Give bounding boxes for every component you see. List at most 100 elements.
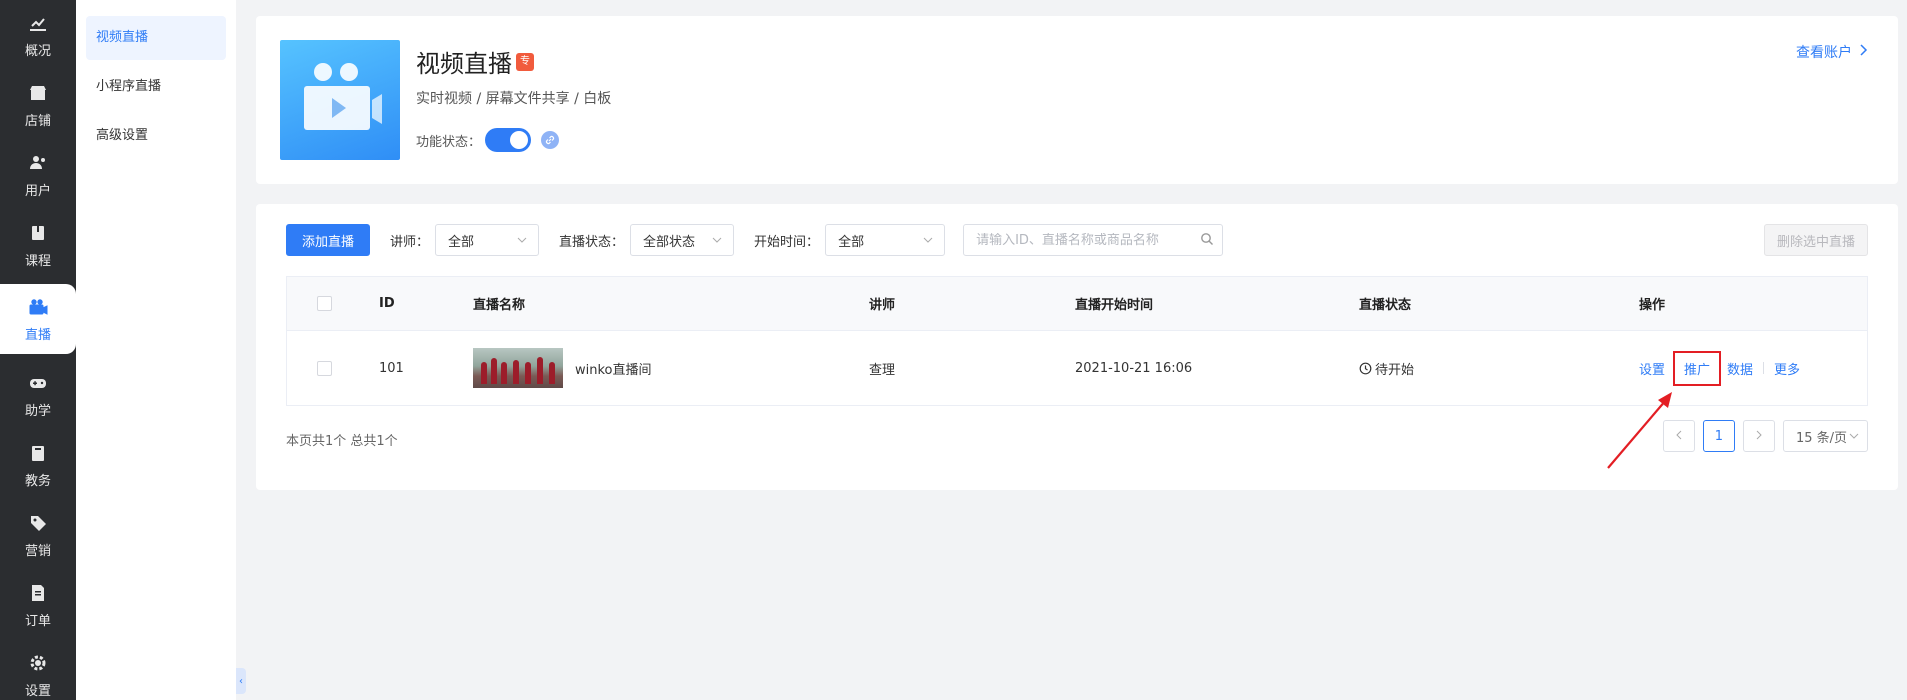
clock-icon <box>1359 362 1372 375</box>
filter-toolbar: 添加直播 讲师： 全部 直播状态： 全部状态 开始时间： 全部 请输入ID、直播… <box>286 224 1868 256</box>
search-icon[interactable] <box>1200 231 1214 250</box>
chevron-left-icon: ‹ <box>239 675 243 687</box>
gamepad-icon <box>27 372 49 394</box>
subnav-item-miniprogram-live[interactable]: 小程序直播 <box>86 65 226 109</box>
data-action-link[interactable]: 数据 <box>1727 359 1753 378</box>
video-camera-icon <box>304 63 382 130</box>
promote-action-link[interactable]: 推广 <box>1673 350 1722 386</box>
subnav-item-video-live[interactable]: 视频直播 <box>86 16 226 60</box>
sub-nav: 视频直播 小程序直播 高级设置 <box>76 0 236 700</box>
row-name-cell: winko直播间 <box>473 348 869 388</box>
nav-item-academic[interactable]: 教务 <box>0 430 76 500</box>
link-icon[interactable] <box>541 131 560 149</box>
book-icon <box>27 222 49 244</box>
row-actions: 设置 推广 数据 更多 <box>1639 350 1867 386</box>
gear-icon <box>27 652 49 674</box>
table-header: ID 直播名称 讲师 直播开始时间 直播状态 操作 <box>287 277 1867 331</box>
nav-item-live[interactable]: 直播 <box>0 284 76 354</box>
chevron-down-icon <box>516 234 528 246</box>
pro-badge: 专 <box>516 52 534 71</box>
main-content: 视频直播 专 实时视频 / 屏幕文件共享 / 白板 功能状态： 查看账户 添加直… <box>256 16 1898 490</box>
nav-label: 概况 <box>24 43 51 59</box>
teacher-filter-label: 讲师： <box>390 234 430 250</box>
nav-item-marketing[interactable]: 营销 <box>0 500 76 570</box>
prev-page-button[interactable] <box>1662 420 1695 452</box>
row-checkbox[interactable] <box>317 360 332 376</box>
page-title: 视频直播 专 <box>416 44 534 79</box>
chevron-right-icon <box>1755 429 1763 444</box>
clipboard-icon <box>27 442 49 464</box>
time-select-value: 全部 <box>838 234 865 250</box>
nav-item-orders[interactable]: 订单 <box>0 570 76 640</box>
row-teacher: 查理 <box>869 362 896 378</box>
nav-item-settings[interactable]: 设置 <box>0 640 76 700</box>
store-icon <box>27 82 49 104</box>
table-row: 101 winko直播间 查理 2021-10-21 16:06 待开始 设置 … <box>287 331 1867 405</box>
pagination: 1 15 条/页 <box>1655 420 1868 452</box>
nav-item-store[interactable]: 店铺 <box>0 70 76 140</box>
live-thumbnail <box>473 348 563 388</box>
column-header-start-time: 直播开始时间 <box>1075 298 1154 313</box>
status-select[interactable]: 全部状态 <box>630 224 735 256</box>
nav-label: 助学 <box>24 403 51 419</box>
feature-status-row: 功能状态： <box>416 128 560 152</box>
teacher-select-value: 全部 <box>448 234 475 250</box>
live-camera-icon <box>27 296 49 318</box>
more-action-link[interactable]: 更多 <box>1774 359 1800 378</box>
nav-label: 店铺 <box>24 113 51 129</box>
row-live-name: winko直播间 <box>575 362 652 378</box>
nav-label: 设置 <box>24 683 51 699</box>
feature-header-card: 视频直播 专 实时视频 / 屏幕文件共享 / 白板 功能状态： 查看账户 <box>256 16 1898 184</box>
view-account-link[interactable]: 查看账户 <box>1796 42 1868 62</box>
delete-selected-button[interactable]: 删除选中直播 <box>1763 224 1868 256</box>
nav-label: 订单 <box>24 613 51 629</box>
nav-item-users[interactable]: 用户 <box>0 140 76 210</box>
select-all-checkbox[interactable] <box>317 296 332 311</box>
feature-status-label: 功能状态： <box>416 134 482 150</box>
view-account-label: 查看账户 <box>1796 45 1852 61</box>
row-status: 待开始 <box>1359 359 1639 378</box>
column-header-teacher: 讲师 <box>869 298 896 313</box>
live-table: ID 直播名称 讲师 直播开始时间 直播状态 操作 101 winko直播间 查… <box>286 276 1868 406</box>
live-cover-image <box>280 40 400 160</box>
subnav-item-advanced-settings[interactable]: 高级设置 <box>86 114 226 158</box>
page-size-select[interactable]: 15 条/页 <box>1782 420 1868 452</box>
nav-label: 直播 <box>24 327 51 343</box>
nav-item-overview[interactable]: 概况 <box>0 0 76 70</box>
column-header-actions: 操作 <box>1639 298 1666 313</box>
nav-label: 用户 <box>24 183 51 199</box>
page-size-value: 15 条/页 <box>1795 430 1847 446</box>
app-root: 概况 店铺 用户 课程 直播 助学 教务 营销 订单 设置 视频直播 小程序直播… <box>0 0 1907 700</box>
add-live-button[interactable]: 添加直播 <box>286 224 371 256</box>
nav-item-course[interactable]: 课程 <box>0 210 76 280</box>
column-header-id: ID <box>379 296 395 311</box>
next-page-button[interactable] <box>1742 420 1775 452</box>
order-doc-icon <box>27 582 49 604</box>
time-select[interactable]: 全部 <box>825 224 946 256</box>
row-start-time: 2021-10-21 16:06 <box>1075 360 1193 376</box>
tag-icon <box>27 512 49 534</box>
chevron-down-icon <box>922 234 934 246</box>
nav-item-study[interactable]: 助学 <box>0 360 76 430</box>
chevron-down-icon <box>1849 433 1859 439</box>
chevron-down-icon <box>711 234 723 246</box>
nav-label: 教务 <box>24 473 51 489</box>
status-select-value: 全部状态 <box>643 234 696 250</box>
feature-status-toggle[interactable] <box>485 128 532 152</box>
page-subtitle: 实时视频 / 屏幕文件共享 / 白板 <box>416 91 612 107</box>
page-number-button[interactable]: 1 <box>1702 420 1735 452</box>
settings-action-link[interactable]: 设置 <box>1639 359 1665 378</box>
time-filter-label: 开始时间： <box>754 234 820 250</box>
row-id: 101 <box>379 360 404 376</box>
search-input[interactable] <box>976 232 1201 248</box>
live-list-card: 添加直播 讲师： 全部 直播状态： 全部状态 开始时间： 全部 请输入ID、直播… <box>256 204 1898 490</box>
search-box <box>963 224 1224 256</box>
teacher-select[interactable]: 全部 <box>435 224 540 256</box>
nav-label: 课程 <box>24 253 51 269</box>
sidebar-collapse-handle[interactable]: ‹ <box>236 668 246 694</box>
column-header-status: 直播状态 <box>1359 298 1412 313</box>
main-nav: 概况 店铺 用户 课程 直播 助学 教务 营销 订单 设置 <box>0 0 76 700</box>
page-summary: 本页共1个 总共1个 <box>286 434 398 449</box>
chart-trend-icon <box>27 12 49 34</box>
nav-label: 营销 <box>24 543 51 559</box>
